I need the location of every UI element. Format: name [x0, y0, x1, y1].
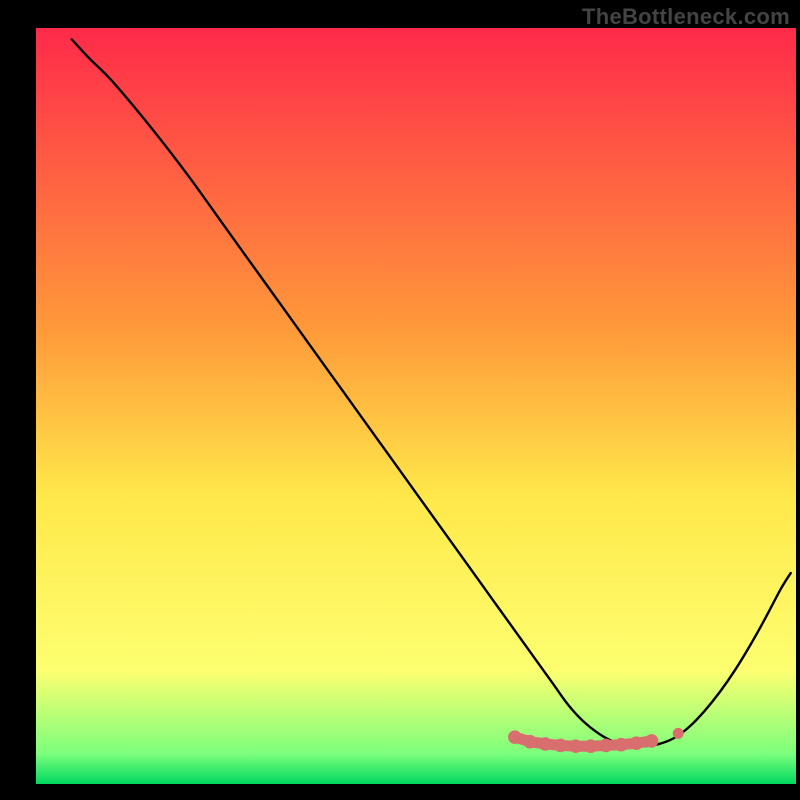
minimum-marker-dot: [614, 738, 628, 752]
minimum-marker-dot: [599, 739, 613, 753]
minimum-marker-dot: [645, 734, 659, 748]
minimum-marker-dot: [554, 739, 568, 753]
chart-svg: [0, 0, 800, 800]
chart-container: TheBottleneck.com: [0, 0, 800, 800]
plot-background: [36, 28, 796, 784]
watermark-text: TheBottleneck.com: [582, 4, 790, 30]
minimum-marker-dot: [630, 736, 644, 750]
minimum-marker-dot: [523, 735, 537, 749]
minimum-marker-dot: [584, 739, 598, 753]
minimum-marker-dot: [538, 737, 552, 751]
minimum-marker-dot: [508, 730, 522, 744]
minimum-marker-dot: [673, 728, 684, 739]
minimum-marker-dot: [569, 739, 583, 753]
